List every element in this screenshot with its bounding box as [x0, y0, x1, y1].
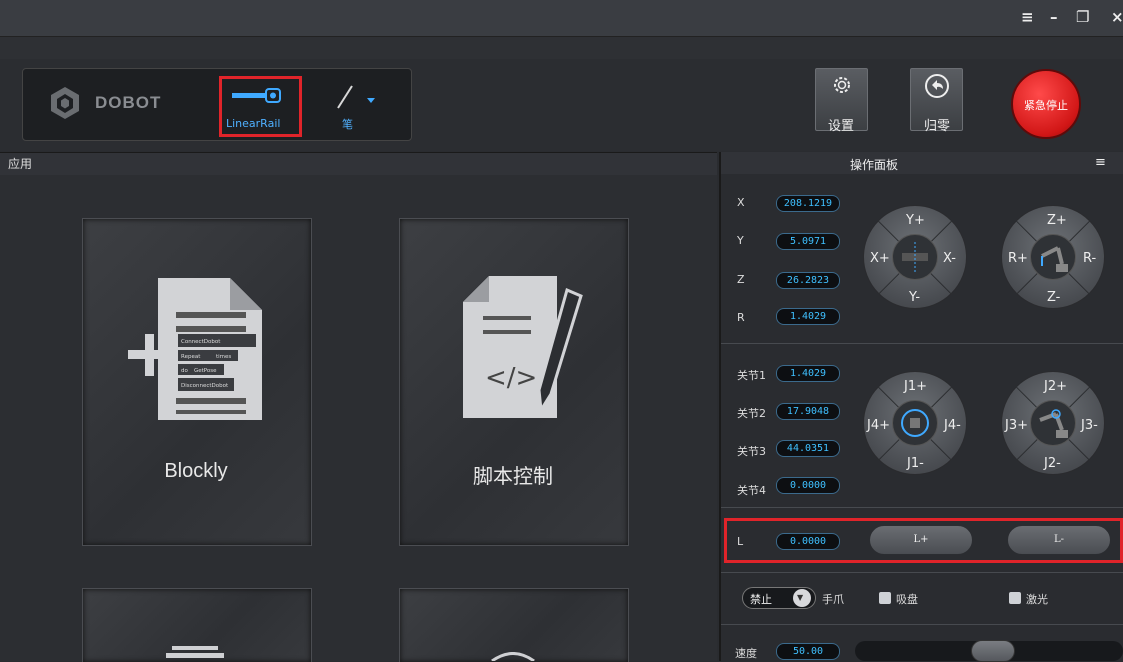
- joint4-label: 关节4: [737, 484, 766, 497]
- app-tile-4-icon: [491, 652, 535, 661]
- suction-checkbox[interactable]: [879, 592, 891, 604]
- blockly-snippet-line: Repeat: [181, 354, 201, 360]
- j2-minus-button[interactable]: J2-: [1044, 456, 1061, 471]
- brand-name: DOBOT: [95, 93, 162, 112]
- script-control-label: 脚本控制: [473, 466, 553, 488]
- xy-axis-icon: [902, 242, 928, 272]
- section-divider: [721, 572, 1123, 573]
- close-button[interactable]: ×: [1111, 8, 1123, 26]
- y-plus-button[interactable]: Y+: [906, 213, 925, 228]
- r-minus-button[interactable]: R-: [1083, 251, 1096, 266]
- blockly-snippet-line: GetPose: [194, 368, 217, 374]
- z-label: Z: [737, 273, 745, 286]
- joint3-label: 关节3: [737, 445, 766, 458]
- restore-button[interactable]: ❐: [1076, 8, 1089, 26]
- home-label: 归零: [924, 119, 951, 134]
- j1-minus-button[interactable]: J1-: [907, 456, 924, 471]
- blockly-label: Blockly: [164, 460, 228, 482]
- settings-label: 设置: [828, 119, 855, 134]
- z-value: 26.2823: [776, 272, 840, 289]
- joint3-value: 44.0351: [776, 440, 840, 457]
- panel-menu-icon[interactable]: ≡: [1095, 155, 1106, 170]
- section-divider: [721, 343, 1123, 344]
- y-value: 5.0971: [776, 233, 840, 250]
- x-plus-button[interactable]: X+: [870, 251, 890, 266]
- blockly-snippet-line: ConnectDobot: [181, 339, 221, 345]
- blockly-snippet-line: DisconnectDobot: [181, 383, 229, 389]
- drawing-table-icon: [166, 646, 224, 658]
- speed-slider-handle[interactable]: [971, 640, 1015, 662]
- suction-label: 吸盘: [896, 593, 918, 606]
- app-panel-title: 应用: [8, 157, 33, 171]
- joint1-label: 关节1: [737, 369, 766, 382]
- rail-plus-button[interactable]: L+: [869, 525, 973, 555]
- y-label: Y: [737, 234, 744, 247]
- r-value: 1.4029: [776, 308, 840, 325]
- j1-plus-button[interactable]: J1+: [904, 379, 927, 394]
- gear-icon: [834, 77, 850, 93]
- x-minus-button[interactable]: X-: [943, 251, 956, 266]
- x-label: X: [737, 196, 745, 209]
- robot-arm-joints-icon: [1039, 409, 1068, 438]
- pen-label: 笔: [342, 118, 353, 131]
- app-tile-4[interactable]: [399, 588, 629, 662]
- joint2-label: 关节2: [737, 407, 766, 420]
- laser-label: 激光: [1026, 593, 1048, 606]
- z-plus-button[interactable]: Z+: [1047, 213, 1067, 228]
- menu-icon[interactable]: ≡: [1021, 8, 1034, 26]
- joint-rotation-icon: [901, 409, 929, 437]
- dobot-logo-icon: [51, 87, 79, 119]
- j3-plus-button[interactable]: J3+: [1005, 418, 1028, 433]
- rail-label: L: [737, 535, 744, 548]
- speed-label: 速度: [735, 647, 757, 660]
- blockly-snippet-line: do: [181, 368, 188, 374]
- r-label: R: [737, 311, 745, 324]
- emergency-stop-label: 紧急停止: [1024, 99, 1068, 112]
- svg-text:</>: </>: [485, 363, 537, 393]
- title-bar: [0, 0, 1123, 37]
- speed-value: 50.00: [776, 643, 840, 660]
- pen-icon[interactable]: [336, 82, 376, 112]
- gripper-toggle-label: 禁止: [750, 593, 772, 606]
- laser-checkbox[interactable]: [1009, 592, 1021, 604]
- operation-panel-title: 操作面板: [850, 158, 899, 172]
- chevron-down-icon: ▼: [797, 593, 804, 602]
- operation-panel-header: [721, 152, 1123, 174]
- j4-plus-button[interactable]: J4+: [867, 418, 890, 433]
- script-document-icon: </>: [463, 276, 583, 418]
- z-minus-button[interactable]: Z-: [1047, 290, 1060, 305]
- j2-plus-button[interactable]: J2+: [1044, 379, 1067, 394]
- rail-minus-button[interactable]: L-: [1007, 525, 1111, 555]
- joint1-value: 1.4029: [776, 365, 840, 382]
- minimize-button[interactable]: –: [1050, 8, 1058, 26]
- x-value: 208.1219: [776, 195, 840, 212]
- blockly-document-icon: ConnectDobot Repeat times do GetPose Dis…: [128, 278, 262, 420]
- section-divider: [721, 624, 1123, 625]
- blockly-snippet-line: times: [216, 354, 231, 360]
- app-panel-header: [0, 152, 717, 175]
- j4-minus-button[interactable]: J4-: [944, 418, 961, 433]
- rail-value: 0.0000: [776, 533, 840, 550]
- joint4-value: 0.0000: [776, 477, 840, 494]
- gripper-label: 手爪: [822, 593, 844, 606]
- robot-arm-icon: [1041, 246, 1068, 272]
- linear-rail-icon: [232, 88, 281, 103]
- section-divider: [721, 507, 1123, 508]
- r-plus-button[interactable]: R+: [1008, 251, 1028, 266]
- home-return-icon: [925, 74, 949, 98]
- joint2-value: 17.9048: [776, 403, 840, 420]
- y-minus-button[interactable]: Y-: [909, 290, 920, 305]
- menu-bar: [0, 37, 1123, 59]
- linear-rail-label: LinearRail: [226, 117, 281, 130]
- j3-minus-button[interactable]: J3-: [1081, 418, 1098, 433]
